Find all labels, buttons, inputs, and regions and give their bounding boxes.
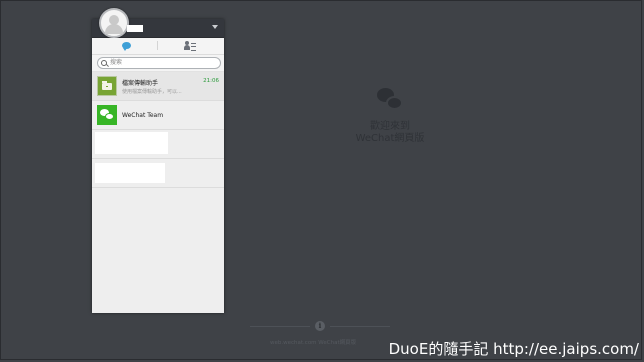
welcome-line-1: 歡迎來到 (370, 121, 410, 132)
chat-item-time: 21:06 (203, 78, 219, 84)
search-input[interactable] (110, 58, 210, 68)
avatar[interactable] (99, 8, 129, 38)
search-area (92, 55, 224, 72)
tab-divider (157, 41, 158, 50)
chat-item-preview: 使用檔案傳輸助手，可以... (122, 89, 182, 95)
tab-bar (92, 38, 224, 55)
wechat-logo-icon (377, 88, 403, 110)
contacts-icon (184, 41, 196, 51)
redaction-block (95, 163, 165, 183)
chat-item-title: WeChat Team (122, 112, 164, 119)
empty-list-area (92, 188, 224, 323)
chat-item-redacted[interactable] (92, 159, 224, 188)
panel-header (92, 8, 224, 38)
search-box[interactable] (97, 57, 221, 69)
info-icon[interactable]: i (315, 321, 325, 331)
welcome-message: 歡迎來到 WeChat網頁版 (320, 121, 460, 145)
avatar-body (105, 24, 123, 34)
chat-bubble-icon (122, 42, 131, 51)
chat-item-file-transfer[interactable]: 檔案傳輸助手 使用檔案傳輸助手，可以... 21:06 (92, 72, 224, 101)
tab-contacts[interactable] (160, 40, 220, 52)
footer-text: web.wechat.com WeChat網頁版 (270, 340, 357, 346)
footer-divider-left (250, 326, 310, 327)
chat-panel: 檔案傳輸助手 使用檔案傳輸助手，可以... 21:06 WeChat Team (92, 8, 224, 313)
redaction-block (95, 132, 168, 154)
tab-chats[interactable] (96, 40, 156, 52)
chat-list: 檔案傳輸助手 使用檔案傳輸助手，可以... 21:06 WeChat Team (92, 72, 224, 323)
footer-divider-right (330, 326, 390, 327)
chat-item-title: 檔案傳輸助手 (122, 80, 159, 87)
search-icon (101, 60, 107, 66)
username-redacted (127, 25, 143, 32)
watermark: DuoE的隨手記 http://ee.jaips.com/ (388, 340, 639, 358)
chat-item-wechat-team[interactable]: WeChat Team (92, 101, 224, 130)
welcome-line-2: WeChat網頁版 (355, 133, 425, 144)
wechat-icon (97, 105, 117, 125)
file-transfer-icon (97, 76, 117, 96)
chevron-down-icon[interactable] (212, 25, 218, 29)
chat-item-redacted[interactable] (92, 130, 224, 159)
